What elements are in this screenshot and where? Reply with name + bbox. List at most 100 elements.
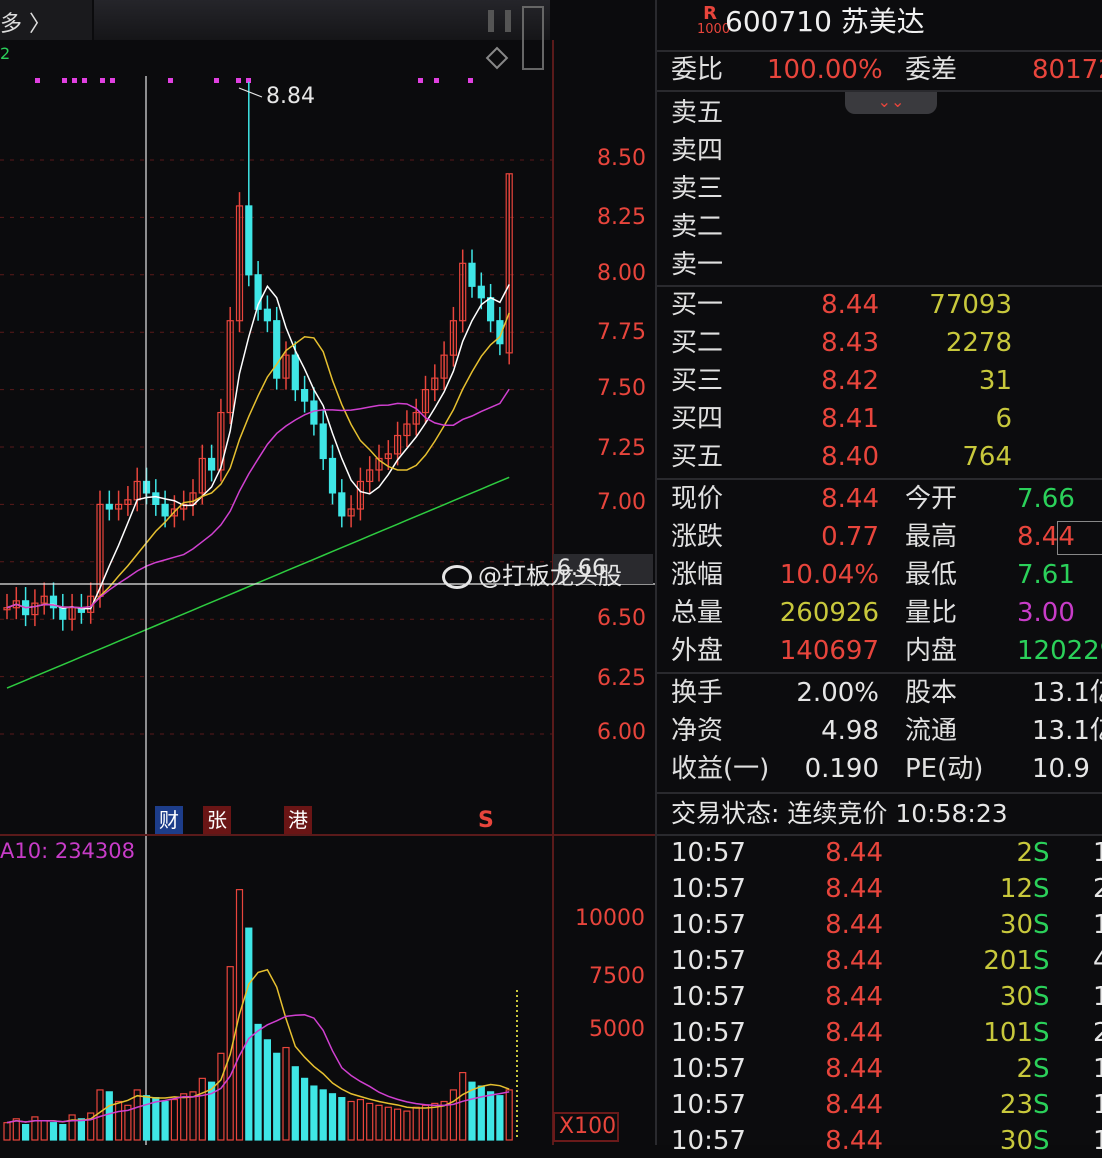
volume-bar: [496, 1095, 504, 1141]
divider: [657, 672, 1102, 674]
stat-value: 8.44: [821, 484, 879, 514]
event-mark-zhang[interactable]: 张: [203, 806, 231, 834]
stat-value: 10.04%: [779, 560, 879, 590]
candle-body: [273, 320, 281, 379]
tick-volume: 12: [999, 874, 1033, 904]
price-tick-label: 7.75: [597, 320, 646, 345]
tick-time: 10:57: [671, 1126, 746, 1156]
volume-bar: [421, 1104, 430, 1141]
bid-volume-5: 764: [962, 442, 1012, 472]
margin-badge: R 1000: [697, 3, 730, 38]
stat-label: 内盘: [905, 636, 958, 666]
candle-body: [245, 205, 253, 276]
tick-time: 10:57: [671, 838, 746, 868]
stock-title[interactable]: 600710 苏美达: [725, 5, 925, 39]
high-leader-line: [238, 87, 263, 98]
signal-dot: [62, 78, 67, 83]
divider: [657, 478, 1102, 480]
volume-bar: [440, 1100, 448, 1141]
volume-bar: [338, 1097, 346, 1141]
bid-label-1: 买一: [671, 290, 724, 320]
volume-bar: [319, 1089, 327, 1141]
price-tick-label: 6.50: [597, 606, 646, 631]
info-value: 10.9: [1032, 754, 1090, 784]
candle-body: [468, 262, 476, 287]
info-value: 4.98: [821, 716, 879, 746]
volume-bar: [412, 1106, 420, 1141]
signal-dot: [35, 78, 40, 83]
volume-bar: [22, 1123, 30, 1141]
tick-count: 1: [1093, 982, 1102, 1012]
tick-price: 8.44: [825, 874, 883, 904]
ask-label-1: 卖一: [671, 250, 724, 280]
volume-bar: [68, 1114, 76, 1141]
tick-side: S: [1033, 838, 1050, 868]
volume-bar: [394, 1108, 402, 1141]
divider: [657, 285, 1102, 287]
candle-body: [487, 297, 495, 322]
stat-value: 120229: [1017, 636, 1102, 666]
info-label: 净资: [671, 716, 724, 746]
trade-status-value: 连续竞价: [787, 799, 888, 828]
candle-body: [208, 457, 216, 471]
price-tick-label: 8.25: [597, 205, 646, 230]
volume-bar: [170, 1098, 178, 1141]
bid-price-4: 8.41: [821, 404, 879, 434]
bid-label-2: 买二: [671, 328, 724, 358]
signal-dot: [168, 78, 173, 83]
ask-label-5: 卖五: [671, 98, 724, 128]
stat-value: 0.77: [821, 522, 879, 552]
bid-price-5: 8.40: [821, 442, 879, 472]
badge-r: R: [703, 3, 717, 24]
stat-label: 最高: [905, 522, 958, 552]
bid-label-4: 买四: [671, 404, 724, 434]
bid-volume-1: 77093: [929, 290, 1012, 320]
volume-bar: [477, 1085, 485, 1141]
trade-status: 交易状态: 连续竞价 10:58:23: [671, 797, 1008, 831]
tick-time: 10:57: [671, 910, 746, 940]
volume-bar: [3, 1122, 11, 1141]
kline-chart-area[interactable]: 多 〉 2 8.50 8.25 8.00 7.75 7.50 7.25 7.00 6.50 6.…: [0, 0, 655, 1145]
ma60-line: [6, 476, 510, 689]
tick-side: S: [1033, 874, 1050, 904]
volume-ma-header: A10: 234308: [0, 839, 136, 863]
candle-body: [319, 423, 327, 460]
volume-bar: [291, 1066, 299, 1141]
volume-bar: [310, 1085, 318, 1141]
tick-price: 8.44: [825, 1018, 883, 1048]
tick-volume: 30: [999, 982, 1033, 1012]
volume-bar: [375, 1104, 383, 1141]
tick-volume: 201: [983, 946, 1033, 976]
volume-bar: [263, 1039, 271, 1141]
event-mark-cai[interactable]: 财: [155, 806, 183, 834]
volume-tick-label: 5000: [589, 1017, 645, 1042]
bid-volume-4: 6: [995, 404, 1012, 434]
event-mark-s[interactable]: S: [478, 808, 494, 833]
event-mark-gang[interactable]: 港: [284, 806, 312, 834]
volume-bar: [59, 1123, 67, 1141]
tick-side: S: [1033, 1090, 1050, 1120]
volume-bar: [49, 1122, 58, 1141]
volume-unit-label: X100: [559, 1114, 617, 1139]
signal-dot: [110, 78, 115, 83]
bid-price-1: 8.44: [821, 290, 879, 320]
info-label: 换手: [671, 678, 724, 708]
tick-time: 10:57: [671, 874, 746, 904]
info-label: 流通: [905, 716, 958, 746]
candle-body: [291, 354, 299, 391]
tick-price: 8.44: [825, 1126, 883, 1156]
tick-time: 10:57: [671, 946, 746, 976]
volume-bar: [245, 927, 253, 1141]
tick-volume: 2: [1016, 838, 1033, 868]
tick-count: 2: [1093, 1018, 1102, 1048]
tick-side: S: [1033, 1126, 1050, 1156]
volume-bar: [431, 1102, 439, 1141]
divider: [657, 792, 1102, 794]
collapse-chevron-icon[interactable]: ⌄⌄: [845, 92, 937, 114]
tick-price: 8.44: [825, 1090, 883, 1120]
stat-label: 外盘: [671, 636, 724, 666]
signal-dot: [236, 78, 241, 83]
volume-bar: [217, 1052, 225, 1141]
quote-panel: R 1000 600710 苏美达 委比 100.00% 委差 80172 ⌄⌄…: [655, 0, 1102, 1156]
price-tick-label: 7.25: [597, 436, 646, 461]
